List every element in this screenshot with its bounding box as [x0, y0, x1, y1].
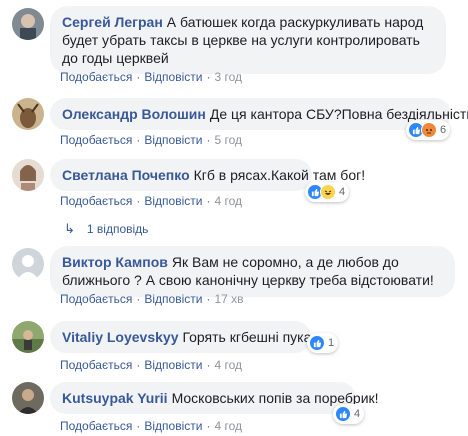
like-icon [335, 406, 351, 422]
comment-actions: Подобається · Відповісти · 17 хв [60, 292, 244, 306]
haha-icon [320, 184, 336, 200]
comment-bubble: Виктор Кампов Як Вам не соромно, а де люб… [50, 246, 455, 297]
avatar[interactable] [12, 248, 44, 280]
timestamp[interactable]: 4 год [214, 194, 242, 208]
like-icon [309, 335, 325, 351]
reply-link[interactable]: Відповісти [144, 292, 202, 306]
avatar[interactable] [12, 8, 44, 40]
reply-link[interactable]: Відповісти [144, 133, 202, 147]
like-link[interactable]: Подобається [60, 292, 132, 306]
timestamp[interactable]: 5 год [214, 133, 242, 147]
reactions-badge[interactable]: 4 [333, 404, 365, 424]
comment-bubble: Vitaliy Loyevskyy Горять кгбешні пукани. [50, 321, 331, 353]
comment-author[interactable]: Kutsuypak Yurii [62, 390, 168, 406]
comment-text: Кгб в рясах.Какой там бог! [193, 167, 366, 183]
like-link[interactable]: Подобається [60, 419, 132, 433]
comment-actions: Подобається · Відповісти · 4 год [60, 194, 242, 208]
reaction-count: 4 [354, 408, 361, 420]
reply-link[interactable]: Відповісти [144, 194, 202, 208]
reply-link[interactable]: Відповісти [144, 419, 202, 433]
comment-actions: Подобається · Відповісти · 3 год [60, 70, 242, 84]
comment-bubble: Сергей Легран А батюшек когда раскуркулив… [50, 6, 446, 74]
like-link[interactable]: Подобається [60, 194, 132, 208]
reply-link[interactable]: Відповісти [144, 70, 202, 84]
comment-author[interactable]: Vitaliy Loyevskyy [62, 329, 178, 345]
like-link[interactable]: Подобається [60, 70, 132, 84]
reaction-count: 4 [339, 186, 346, 198]
reactions-badge[interactable]: 4 [305, 182, 350, 202]
reactions-badge[interactable]: 6 [406, 120, 451, 140]
reply-arrow-icon: ↳ [64, 221, 75, 236]
avatar[interactable] [12, 98, 44, 130]
angry-icon [421, 122, 437, 138]
reaction-count: 1 [328, 337, 335, 349]
avatar[interactable] [12, 382, 44, 414]
timestamp[interactable]: 3 год [214, 70, 242, 84]
comment-bubble: Олександр Волошин Де ця кантора СБУ?Повна… [50, 98, 468, 130]
avatar[interactable] [12, 159, 44, 191]
avatar[interactable] [12, 321, 44, 353]
timestamp[interactable]: 4 год [214, 358, 242, 372]
comment-actions: Подобається · Відповісти · 4 год [60, 419, 242, 433]
comment-bubble: Светлана Почепко Кгб в рясах.Какой там бо… [50, 159, 365, 191]
replies-count: 1 відповідь [86, 222, 149, 236]
reactions-badge[interactable]: 1 [307, 333, 339, 353]
timestamp[interactable]: 17 хв [214, 292, 243, 306]
comment-author[interactable]: Сергей Легран [62, 14, 163, 30]
comment-actions: Подобається · Відповісти · 4 год [60, 358, 242, 372]
view-replies-link[interactable]: ↳ 1 відповідь [64, 221, 148, 237]
timestamp[interactable]: 4 год [214, 419, 242, 433]
reply-link[interactable]: Відповісти [144, 358, 202, 372]
like-link[interactable]: Подобається [60, 358, 132, 372]
reaction-count: 6 [440, 124, 447, 136]
comment-author[interactable]: Виктор Кампов [62, 254, 168, 270]
comment-bubble: Kutsuypak Yurii Московських попів за поре… [50, 382, 379, 414]
like-link[interactable]: Подобається [60, 133, 132, 147]
comment-author[interactable]: Светлана Почепко [62, 167, 190, 183]
comment-author[interactable]: Олександр Волошин [62, 106, 206, 122]
comment-actions: Подобається · Відповісти · 5 год [60, 133, 242, 147]
